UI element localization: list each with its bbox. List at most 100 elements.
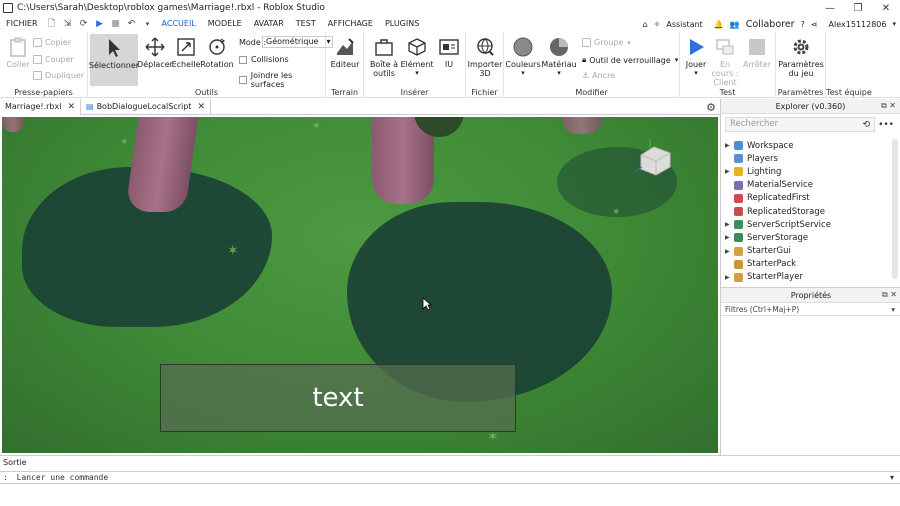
explorer-panel-controls[interactable]: ⧉ ✕ [881,101,896,111]
help-icon[interactable]: ? [801,20,805,29]
user-chevron-icon[interactable]: ▾ [892,20,896,28]
explorer-item[interactable]: MaterialService [725,179,889,192]
menu-file[interactable]: FICHIER [0,16,44,32]
open-file-icon[interactable]: ⇲ [63,19,73,29]
explorer-item[interactable]: StarterPack [725,258,889,271]
paste-button[interactable]: Coller [5,36,31,69]
3d-viewport[interactable]: ✶ ✶ ✶ ✶ ✶ text [2,117,718,453]
explorer-search-input[interactable]: Rechercher [725,117,875,132]
view-cube[interactable] [635,137,674,177]
properties-filter-input[interactable]: Filtres (Ctrl+Maj+P) [721,303,900,316]
expand-caret-icon[interactable]: ▶ [725,142,734,149]
minimize-button[interactable]: — [816,0,844,16]
group-button[interactable]: Groupe ▾ [582,38,631,47]
stop-icon[interactable]: ■ [111,19,121,29]
doc-tab-place[interactable]: Marriage!.rbxl ✕ [0,98,81,115]
explorer-item[interactable]: ▶ StarterPlayer [725,271,889,284]
menu-tab-avatar[interactable]: AVATAR [248,16,290,32]
close-tab-icon[interactable]: ✕ [197,102,205,112]
anchor-button[interactable]: ⚓︎ Ancre [582,71,615,80]
tools-group-label: Outils [194,88,219,97]
assistant-button[interactable]: Assistant [666,20,702,29]
menu-tab-test[interactable]: TEST [290,16,322,32]
toolbox-button[interactable]: Boîte à outils [368,36,400,78]
part-button[interactable]: Elément ▾ [400,36,434,78]
history-icon[interactable]: ⟲ [863,120,871,130]
notification-icon[interactable]: 🔔 [714,20,724,29]
close-window-button[interactable]: ✕ [872,0,900,16]
play-icon[interactable]: ▶ [95,19,105,29]
cut-button[interactable]: Couper [33,55,74,64]
explorer-item[interactable]: ▶ StarterGui [725,245,889,258]
duplicate-button[interactable]: Dupliquer [33,71,84,80]
move-tool-button[interactable]: Déplacer [137,36,173,69]
undo-icon[interactable]: ↶ [127,19,137,29]
colors-chevron-icon[interactable]: ▾ [521,69,525,78]
expand-caret-icon[interactable]: ▶ [725,234,734,241]
scale-tool-button[interactable]: Echelle [172,36,200,69]
game-settings-button[interactable]: Paramètres du jeu [778,36,824,78]
play-button[interactable]: Jouer ▾ [682,36,710,78]
service-icon [734,246,743,256]
stop-button[interactable]: Arrêter [742,36,772,69]
quick-access-chevron-icon[interactable]: ▾ [143,19,153,29]
explorer-item[interactable]: ▶ ServerStorage [725,231,889,244]
lock-tool-button[interactable]: 🔒︎ Outil de verrouillage ▾ [582,55,678,65]
rotate-tool-button[interactable]: Rotation [200,36,234,69]
service-icon [734,272,743,282]
service-icon [734,259,743,269]
join-surfaces-checkbox[interactable] [239,76,247,84]
ui-button[interactable]: IU [436,36,462,69]
expand-caret-icon[interactable]: ▶ [725,274,734,281]
explorer-item[interactable]: ReplicatedStorage [725,205,889,218]
service-icon [734,180,743,190]
material-button[interactable]: Matériau ▾ [541,36,577,78]
explorer-item[interactable]: ▶ Lighting [725,165,889,178]
user-name[interactable]: Alex15112806 [829,20,887,29]
gui-text-label[interactable]: text [160,364,516,432]
view-settings-icon[interactable]: ⚙ [706,101,716,114]
refresh-icon[interactable]: ⟳ [79,19,89,29]
stop-square-icon [746,36,768,58]
home-icon[interactable]: ⌂ [643,20,648,29]
import-3d-button[interactable]: Importer 3D [468,36,502,78]
select-tool-button[interactable]: Sélectionner [89,34,139,86]
new-file-icon[interactable]: 🗋 [47,19,57,29]
command-input[interactable]: Lancer une commande [17,473,109,482]
explorer-header: Explorer (v0.360) ⧉ ✕ [721,99,900,114]
explorer-item[interactable]: Players [725,152,889,165]
explorer-scrollbar[interactable] [892,139,898,279]
explorer-item[interactable]: ReplicatedFirst [725,192,889,205]
material-chevron-icon[interactable]: ▾ [557,69,561,78]
expand-caret-icon[interactable]: ▶ [725,248,734,255]
menu-tab-view[interactable]: AFFICHAGE [322,16,379,32]
close-tab-icon[interactable]: ✕ [67,102,75,112]
menu-tab-plugins[interactable]: PLUGINS [379,16,425,32]
play-chevron-icon[interactable]: ▾ [694,69,698,78]
doc-tab-script[interactable]: ▤ BobDialogueLocalScript ✕ [81,98,211,115]
explorer-item[interactable]: ▶ ServerScriptService [725,218,889,231]
more-options-icon[interactable]: ••• [878,120,894,130]
collaborate-button[interactable]: Collaborer [746,19,795,30]
menu-tab-model[interactable]: MODELE [202,16,248,32]
join-surfaces-toggle[interactable]: Joindre les surfaces [239,71,325,89]
maximize-button[interactable]: ❐ [844,0,872,16]
properties-panel-controls[interactable]: ⧉ ✕ [882,290,897,300]
copy-button[interactable]: Copier [33,38,71,47]
share-icon[interactable]: ⋖ [811,20,818,29]
menu-tab-home[interactable]: ACCUEIL [156,16,202,32]
expand-caret-icon[interactable]: ▶ [725,221,734,228]
collisions-checkbox[interactable] [239,55,247,64]
output-tab[interactable]: Sortie [3,458,27,467]
script-icon: ▤ [86,102,94,111]
client-button[interactable]: En cours : Client [708,36,742,87]
terrain-editor-button[interactable]: Editeur [330,36,360,69]
collisions-toggle[interactable]: Collisions [239,55,289,64]
command-bar[interactable]: : Lancer une commande [0,471,900,484]
mode-select[interactable]: Géométrique [262,36,334,48]
part-chevron-icon[interactable]: ▾ [415,69,419,78]
window-title: C:\Users\Sarah\Desktop\roblox games\Marr… [17,3,325,13]
expand-caret-icon[interactable]: ▶ [725,168,734,175]
colors-button[interactable]: Couleurs ▾ [505,36,541,78]
explorer-item[interactable]: ▶ Workspace [725,139,889,152]
